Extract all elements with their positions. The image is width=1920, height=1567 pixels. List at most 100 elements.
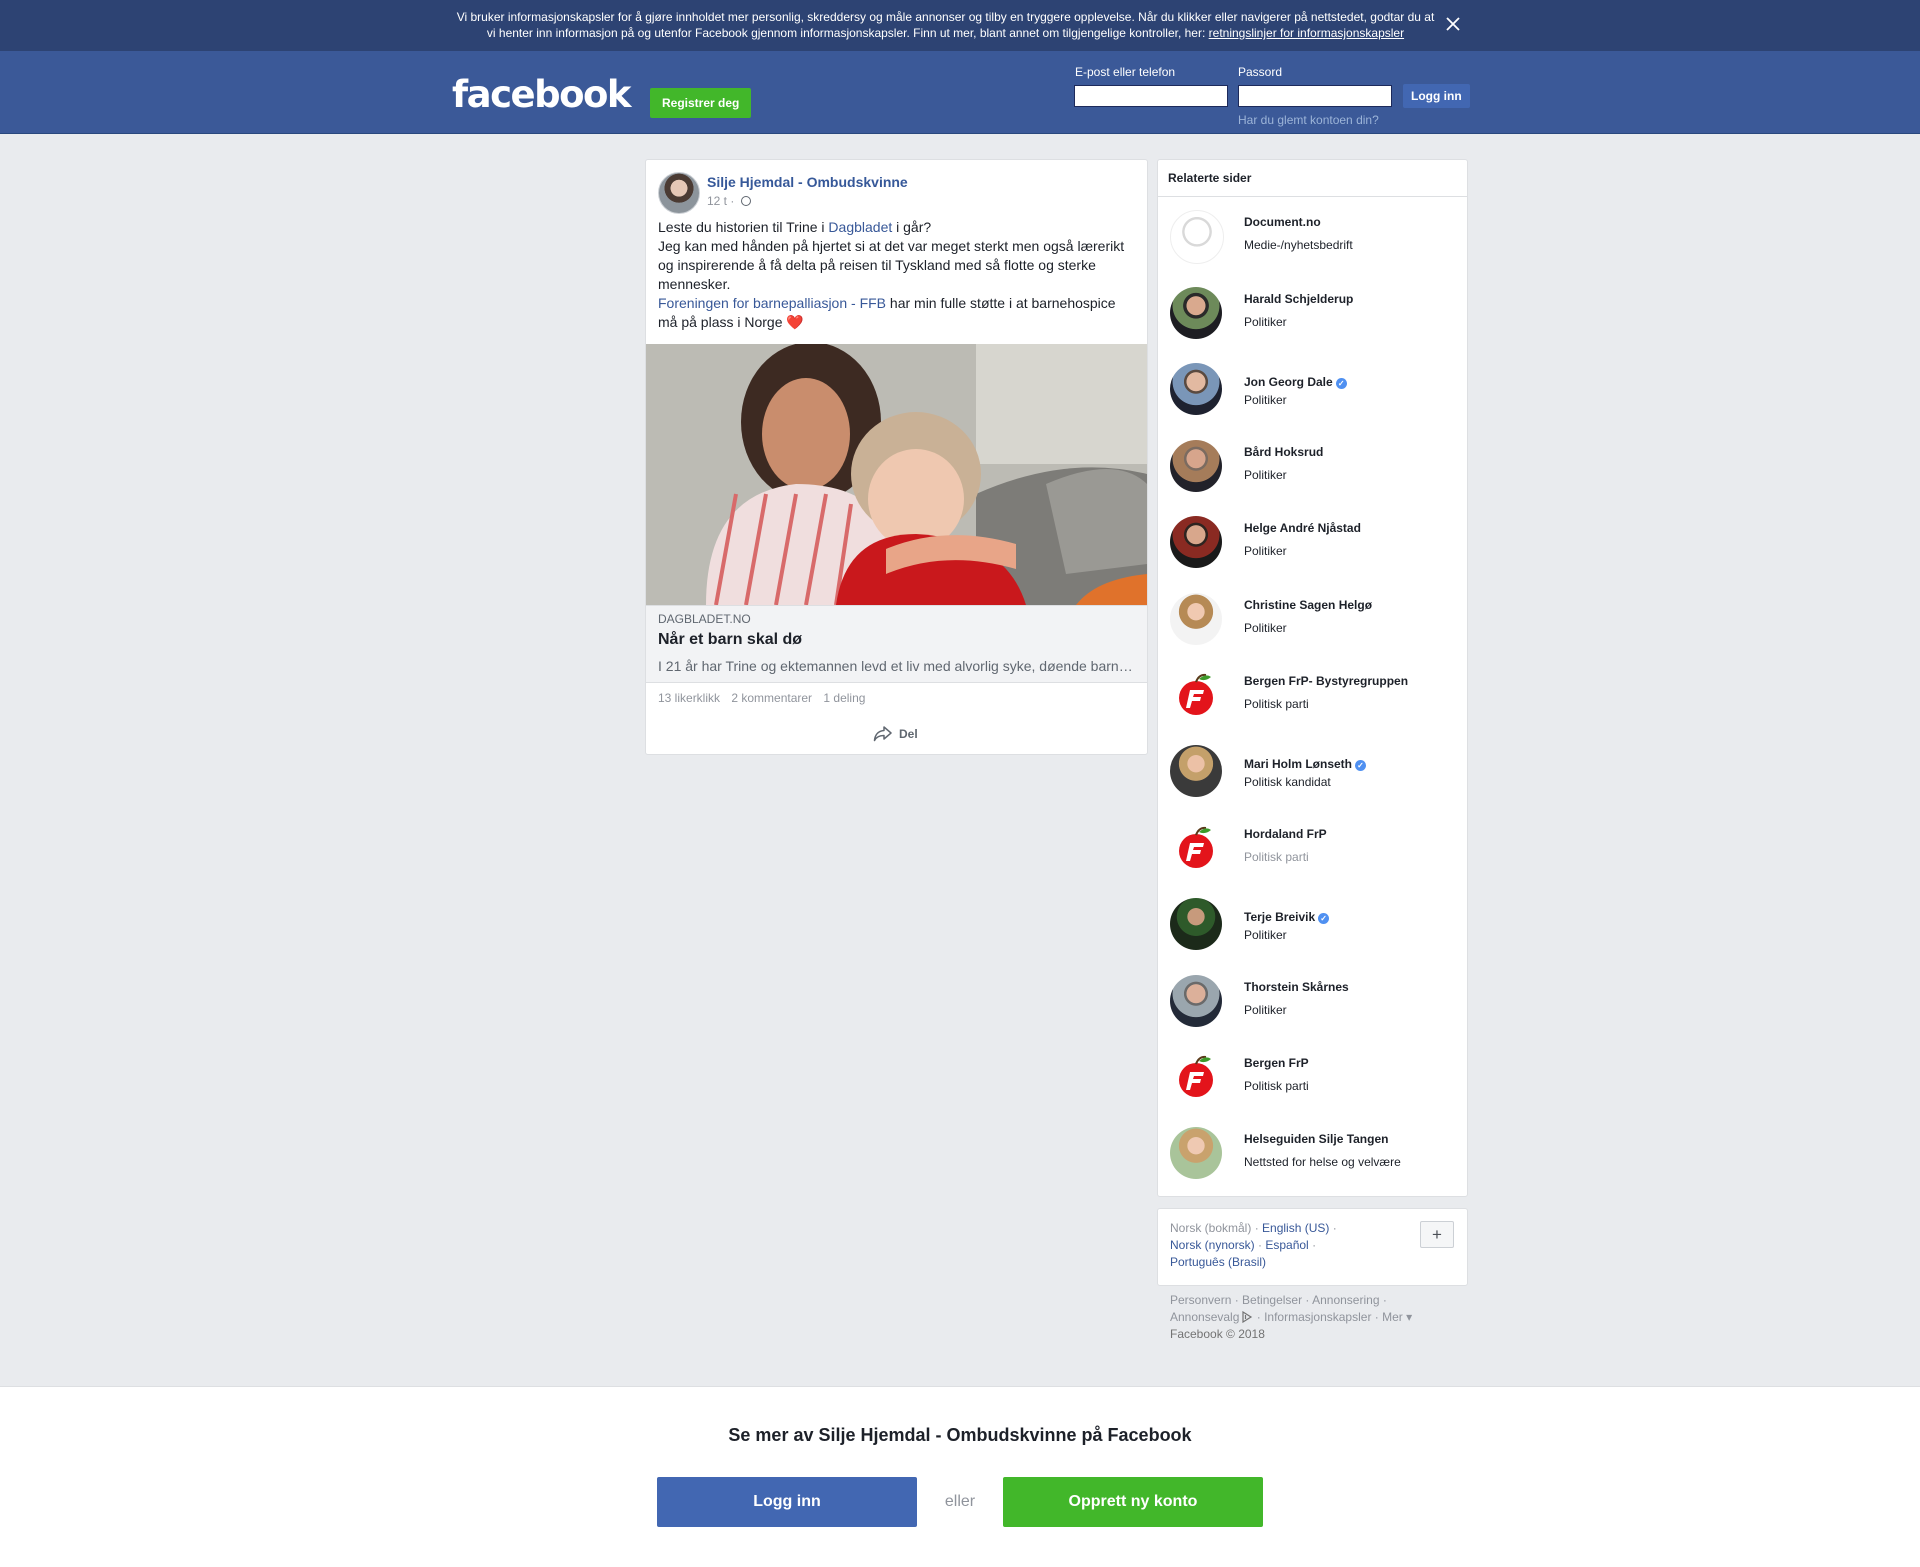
related-pages: Relaterte sider Document.no Medie-/nyhets… <box>1157 159 1468 1197</box>
cookie-banner: Vi bruker informasjonskapsler for å gjør… <box>0 0 1920 52</box>
related-page-item[interactable]: Mari Holm Lønseth ✓ Politisk kandidat <box>1170 745 1460 801</box>
language-spanish[interactable]: Español <box>1265 1238 1308 1252</box>
related-page-item[interactable]: Terje Breivik ✓ Politiker <box>1170 898 1460 954</box>
related-page-name[interactable]: Harald Schjelderup <box>1244 292 1353 306</box>
related-page-avatar[interactable] <box>1170 440 1222 492</box>
adchoices-icon[interactable] <box>1239 1310 1253 1324</box>
related-page-name[interactable]: Hordaland FrP <box>1244 827 1327 841</box>
lang-sep: · <box>1308 1238 1317 1252</box>
related-page-avatar[interactable] <box>1170 210 1224 264</box>
related-page-avatar[interactable] <box>1170 593 1222 645</box>
related-page-name[interactable]: Helge André Njåstad <box>1244 521 1361 535</box>
related-page-name-text: Helge André Njåstad <box>1244 521 1361 535</box>
link-title[interactable]: Når et barn skal dø <box>658 631 802 649</box>
author-avatar[interactable] <box>658 172 700 214</box>
related-page-item[interactable]: Document.no Medie-/nyhetsbedrift <box>1170 210 1460 266</box>
related-page-item[interactable]: Helge André Njåstad Politiker <box>1170 516 1460 572</box>
password-label: Passord <box>1238 65 1283 79</box>
add-language-button[interactable]: + <box>1420 1221 1454 1248</box>
post-stats: 13 likerklikk 2 kommentarer 1 deling <box>658 691 873 705</box>
related-page-avatar[interactable] <box>1170 669 1222 721</box>
related-page-avatar[interactable] <box>1170 745 1222 797</box>
related-page-item[interactable]: Bård Hoksrud Politiker <box>1170 440 1460 496</box>
related-page-item[interactable]: Harald Schjelderup Politiker <box>1170 287 1460 343</box>
related-page-item[interactable]: Helseguiden Silje Tangen Nettsted for hel… <box>1170 1127 1460 1183</box>
email-label: E-post eller telefon <box>1075 65 1176 79</box>
related-page-name[interactable]: Helseguiden Silje Tangen <box>1244 1132 1388 1146</box>
close-icon[interactable] <box>1443 15 1463 35</box>
create-account-button[interactable]: Opprett ny konto <box>1003 1477 1263 1527</box>
language-english[interactable]: English (US) <box>1262 1221 1329 1235</box>
register-button[interactable]: Registrer deg <box>650 88 752 118</box>
post-author[interactable]: Silje Hjemdal - Ombudskvinne <box>707 174 908 190</box>
copyright: Facebook © 2018 <box>1170 1327 1265 1341</box>
comments-count[interactable]: 2 kommentarer <box>731 691 812 705</box>
related-page-avatar[interactable] <box>1170 975 1222 1027</box>
related-page-name-text: Christine Sagen Helgø <box>1244 598 1373 612</box>
meta-separator: · <box>727 194 738 208</box>
footer-advertising[interactable]: Annonsering <box>1312 1293 1379 1307</box>
related-page-name[interactable]: Jon Georg Dale ✓ <box>1244 375 1347 389</box>
related-page-name[interactable]: Thorstein Skårnes <box>1244 980 1349 994</box>
share-button[interactable]: Del <box>873 725 918 745</box>
related-page-name[interactable]: Bergen FrP <box>1244 1056 1309 1070</box>
related-page-category: Politisk parti <box>1244 697 1309 711</box>
related-page-avatar[interactable] <box>1170 898 1222 950</box>
footer-privacy[interactable]: Personvern <box>1170 1293 1231 1307</box>
likes-count[interactable]: 13 likerklikk <box>658 691 720 705</box>
login-button[interactable]: Logg inn <box>1403 84 1470 108</box>
related-page-item[interactable]: Bergen FrP Politisk parti <box>1170 1051 1460 1107</box>
related-page-name-text: Hordaland FrP <box>1244 827 1327 841</box>
related-page-name[interactable]: Document.no <box>1244 215 1321 229</box>
email-field[interactable] <box>1074 85 1228 107</box>
related-page-avatar[interactable] <box>1170 1127 1222 1179</box>
link-preview[interactable]: DAGBLADET.NO Når et barn skal dø I 21 år… <box>646 605 1147 683</box>
related-page-item[interactable]: Christine Sagen Helgø Politiker <box>1170 593 1460 649</box>
related-page-item[interactable]: Hordaland FrP Politisk parti <box>1170 822 1460 878</box>
related-page-category: Politisk kandidat <box>1244 775 1331 789</box>
related-page-name[interactable]: Terje Breivik ✓ <box>1244 910 1330 924</box>
footer-more[interactable]: Mer <box>1382 1310 1403 1324</box>
footer-sep: · <box>1371 1310 1383 1324</box>
related-page-avatar[interactable] <box>1170 287 1222 339</box>
footer-terms[interactable]: Betingelser <box>1242 1293 1302 1307</box>
related-page-name[interactable]: Mari Holm Lønseth ✓ <box>1244 757 1367 771</box>
related-page-avatar[interactable] <box>1170 1051 1222 1103</box>
language-portuguese[interactable]: Português (Brasil) <box>1170 1255 1266 1269</box>
related-page-category: Politiker <box>1244 928 1287 942</box>
signup-prompt-title: Se mer av Silje Hjemdal - Ombudskvinne p… <box>728 1425 1192 1445</box>
bottom-login-button[interactable]: Logg inn <box>657 1477 917 1527</box>
signup-prompt-bar: Se mer av Silje Hjemdal - Ombudskvinne p… <box>0 1386 1920 1567</box>
related-page-category: Politiker <box>1244 393 1287 407</box>
link-preview-image[interactable] <box>646 344 1147 605</box>
related-page-name[interactable]: Bård Hoksrud <box>1244 445 1323 459</box>
related-page-item[interactable]: Bergen FrP- Bystyregruppen Politisk parti <box>1170 669 1460 725</box>
related-page-name[interactable]: Christine Sagen Helgø <box>1244 598 1372 612</box>
related-page-category: Politiker <box>1244 315 1287 329</box>
related-page-item[interactable]: Jon Georg Dale ✓ Politiker <box>1170 363 1460 419</box>
related-page-name[interactable]: Bergen FrP- Bystyregruppen <box>1244 674 1408 688</box>
footer-adchoices[interactable]: Annonsevalg <box>1170 1310 1239 1324</box>
forgot-account-link[interactable]: Har du glemt kontoen din? <box>1238 113 1379 127</box>
post-time[interactable]: 12 t <box>707 194 727 208</box>
related-page-category: Politiker <box>1244 621 1287 635</box>
ffb-link[interactable]: Foreningen for barnepalliasjon - FFB <box>658 295 886 311</box>
dagbladet-link[interactable]: Dagbladet <box>828 219 892 235</box>
related-page-avatar[interactable] <box>1170 363 1222 415</box>
related-page-name-text: Bergen FrP <box>1244 1056 1309 1070</box>
more-arrow-icon[interactable]: ▾ <box>1406 1310 1412 1324</box>
language-current: Norsk (bokmål) <box>1170 1221 1252 1235</box>
cookie-policy-link[interactable]: retningslinjer for informasjonskapsler <box>1209 26 1404 40</box>
password-field[interactable] <box>1238 85 1392 107</box>
shares-count[interactable]: 1 deling <box>823 691 865 705</box>
facebook-logo[interactable]: facebook <box>452 75 632 115</box>
related-page-avatar[interactable] <box>1170 822 1222 874</box>
language-nynorsk[interactable]: Norsk (nynorsk) <box>1170 1238 1255 1252</box>
footer-cookies[interactable]: Informasjonskapsler <box>1264 1310 1371 1324</box>
related-page-name-text: Harald Schjelderup <box>1244 292 1354 306</box>
footer-sep: · <box>1253 1310 1265 1324</box>
link-description: I 21 år har Trine og ektemannen levd et … <box>658 658 1135 674</box>
related-page-item[interactable]: Thorstein Skårnes Politiker <box>1170 975 1460 1031</box>
or-text: eller <box>944 1493 976 1510</box>
related-page-avatar[interactable] <box>1170 516 1222 568</box>
